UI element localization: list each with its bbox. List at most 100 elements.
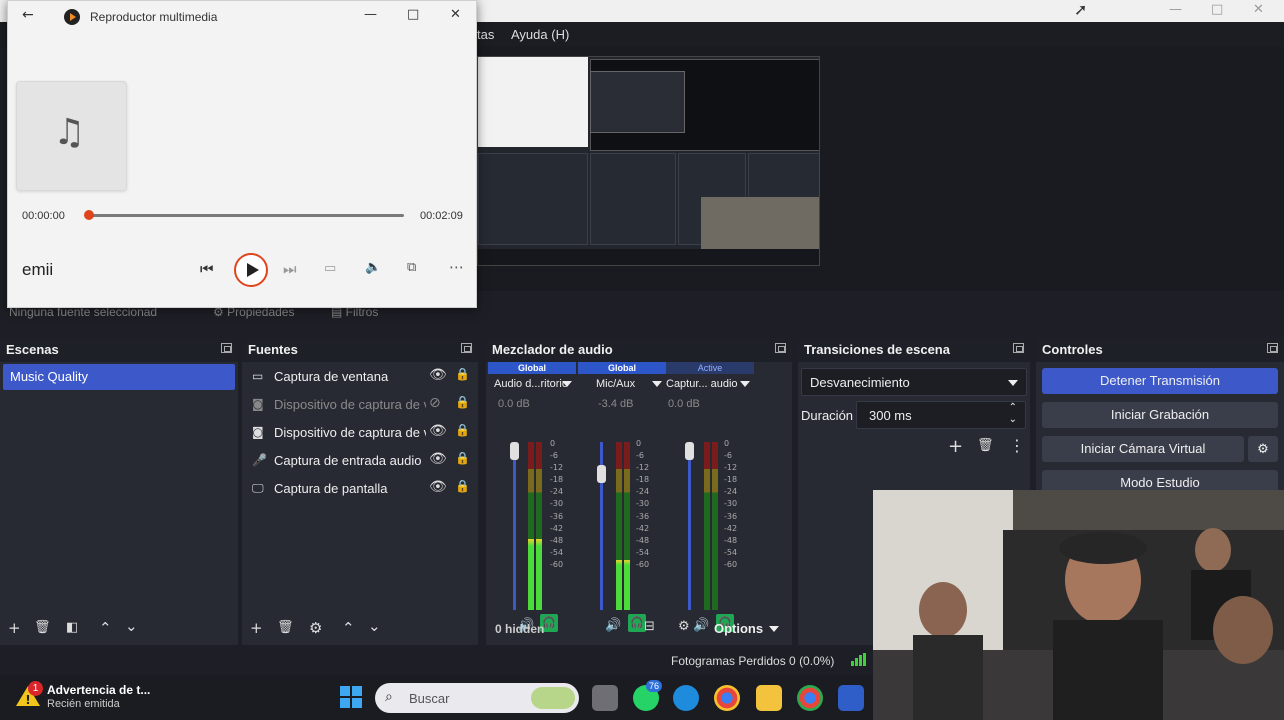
dock-float-icon[interactable] [1267, 343, 1278, 353]
lock-icon[interactable]: 🔒 [455, 395, 470, 409]
scene-item[interactable]: Music Quality [3, 364, 235, 390]
taskbar-search[interactable]: ⌕ Buscar [375, 683, 579, 713]
transition-select[interactable]: Desvanecimiento [801, 368, 1027, 396]
virtual-camera-settings-icon[interactable]: ⚙ [1248, 436, 1278, 462]
dock-float-icon[interactable] [1013, 343, 1024, 353]
volume-fader[interactable] [513, 442, 516, 610]
spin-down-icon[interactable]: ⌄ [1009, 414, 1017, 425]
move-up-icon[interactable]: ⌃ [99, 619, 112, 637]
lock-icon[interactable]: 🔒 [455, 423, 470, 437]
remove-scene-icon[interactable]: 🗑 [34, 620, 51, 635]
visibility-eye-icon[interactable]: 👁 [429, 479, 447, 495]
source-row[interactable]: 🎤 Captura de entrada audio 👁 🔒 [242, 447, 478, 475]
lock-icon[interactable]: 🔒 [455, 479, 470, 493]
source-settings-icon[interactable]: ⚙ [309, 619, 322, 637]
source-row[interactable]: ▭ Captura de ventana 👁 🔒 [242, 363, 478, 391]
add-scene-icon[interactable]: + [8, 619, 21, 637]
remove-source-icon[interactable]: 🗑 [277, 620, 294, 635]
play-button[interactable] [234, 253, 268, 287]
source-row[interactable]: ◙ Dispositivo de captura de v ⊘ 🔒 [242, 391, 478, 419]
menu-tools[interactable]: tas [477, 27, 494, 42]
window-icon: ▭ [252, 369, 264, 383]
visibility-eye-icon[interactable]: 👁 [429, 367, 447, 383]
hidden-eye-icon[interactable]: ⊘ [429, 395, 441, 411]
windows-start-icon[interactable] [340, 686, 362, 708]
virtual-camera-button[interactable]: Iniciar Cámara Virtual [1042, 436, 1244, 462]
current-time: 00:00:00 [22, 210, 65, 222]
sources-dock: Fuentes ▭ Captura de ventana 👁 🔒 ◙ Dispo… [242, 338, 478, 645]
player-close-button[interactable]: ✕ [450, 7, 461, 22]
move-down-icon[interactable]: ⌄ [368, 617, 381, 635]
fader-knob[interactable] [685, 442, 694, 460]
level-meter [536, 442, 542, 610]
duration-label: Duración [801, 408, 854, 423]
svg-text:!: ! [25, 693, 30, 707]
add-transition-icon[interactable]: + [948, 436, 963, 457]
microphone-icon: 🎤 [252, 453, 267, 467]
volume-fader[interactable] [688, 442, 691, 610]
move-up-icon[interactable]: ⌃ [342, 619, 355, 637]
fader-knob[interactable] [597, 465, 606, 483]
player-maximize-button[interactable]: □ [407, 7, 419, 22]
spin-up-icon[interactable]: ⌃ [1009, 402, 1017, 413]
monitor-icon: 🖵 [252, 481, 264, 495]
duration-input[interactable]: 300 ms ⌃ ⌄ [856, 401, 1026, 429]
chrome-icon[interactable] [714, 685, 740, 711]
lock-icon[interactable]: 🔒 [455, 367, 470, 381]
captions-icon[interactable]: ▭ [324, 261, 336, 276]
stop-stream-button[interactable]: Detener Transmisión [1042, 368, 1278, 394]
notification-badge: 1 [28, 681, 43, 696]
seek-knob[interactable] [84, 210, 94, 220]
camera-icon: ◙ [252, 397, 264, 411]
search-highlight-icon [531, 687, 575, 709]
mini-player-icon[interactable]: ⧉ [407, 260, 416, 275]
lock-icon[interactable]: 🔒 [455, 451, 470, 465]
start-recording-button[interactable]: Iniciar Grabación [1042, 402, 1278, 428]
minimize-button[interactable]: — [1169, 2, 1182, 17]
channel-menu-icon[interactable] [652, 381, 662, 387]
scenes-dock: Escenas Music Quality + 🗑 ◧ ⌃ ⌄ [0, 338, 238, 645]
more-options-icon[interactable]: ⋯ [449, 258, 464, 276]
mixer-advanced-icon[interactable]: ⚙ [678, 619, 690, 634]
remove-transition-icon[interactable]: 🗑 [977, 438, 994, 453]
options-dropdown-icon[interactable] [769, 626, 779, 632]
player-minimize-button[interactable]: — [364, 7, 377, 22]
fader-knob[interactable] [510, 442, 519, 460]
whatsapp-badge: 76 [646, 680, 663, 692]
notification-title[interactable]: Advertencia de t... [47, 683, 150, 697]
next-track-icon[interactable]: ⏭ [283, 260, 297, 278]
search-icon: ⌕ [385, 689, 393, 705]
move-down-icon[interactable]: ⌄ [125, 617, 138, 635]
source-row[interactable]: 🖵 Captura de pantalla 👁 🔒 [242, 475, 478, 503]
channel-menu-icon[interactable] [740, 381, 750, 387]
source-row[interactable]: ◙ Dispositivo de captura de v 👁 🔒 [242, 419, 478, 447]
close-button[interactable]: ✕ [1253, 2, 1264, 17]
dock-float-icon[interactable] [775, 343, 786, 353]
visibility-eye-icon[interactable]: 👁 [429, 423, 447, 439]
previous-track-icon[interactable]: ⏮ [200, 260, 214, 278]
app-icon[interactable] [838, 685, 864, 711]
dock-float-icon[interactable] [221, 343, 232, 353]
media-player-logo-icon [64, 9, 80, 25]
mixer-channel: Active Captur... audio 0.0 dB 0 -6 -12 -18-… [666, 362, 754, 633]
chrome-profile-icon[interactable] [797, 685, 823, 711]
meter-ticks: 0 -6 -12 -18 -24 -30 -36 -42 -48 -54 -60 [550, 439, 564, 569]
edge-icon[interactable] [673, 685, 699, 711]
add-source-icon[interactable]: + [250, 619, 263, 637]
mixer-layout-icon[interactable]: ⊟ [644, 619, 655, 634]
task-view-icon[interactable] [592, 685, 618, 711]
menu-help[interactable]: Ayuda (H) [511, 27, 569, 42]
maximize-button[interactable]: □ [1211, 2, 1223, 17]
media-player-window: ← Reproductor multimedia — □ ✕ ♫ 00:00:0… [7, 0, 477, 308]
file-explorer-icon[interactable] [756, 685, 782, 711]
hidden-count[interactable]: 0 hidden [495, 622, 544, 636]
back-arrow-icon[interactable]: ← [22, 7, 34, 23]
mixer-options-button[interactable]: Options [714, 621, 763, 636]
seek-bar[interactable] [84, 210, 404, 220]
dock-float-icon[interactable] [461, 343, 472, 353]
scene-filters-icon[interactable]: ◧ [66, 620, 78, 635]
channel-menu-icon[interactable] [562, 381, 572, 387]
volume-icon[interactable]: 🔈 [365, 260, 381, 275]
more-options-icon[interactable]: ⋮ [1009, 436, 1025, 455]
visibility-eye-icon[interactable]: 👁 [429, 451, 447, 467]
